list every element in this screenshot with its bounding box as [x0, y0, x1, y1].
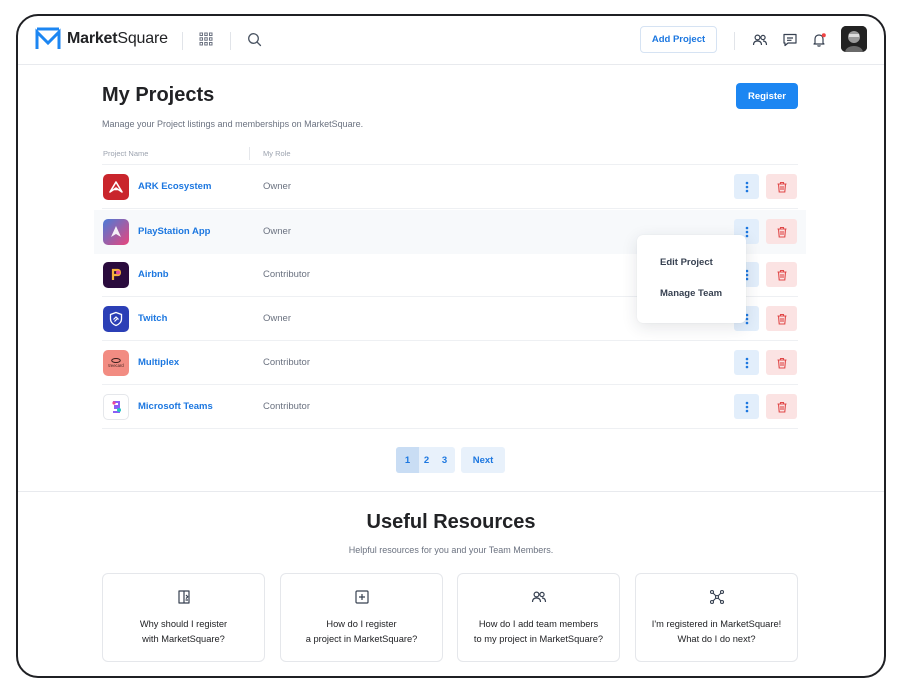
trash-icon [777, 313, 786, 325]
apps-grid-icon[interactable] [199, 32, 213, 46]
brand-name: MarketSquare [67, 30, 168, 47]
vertical-dots-icon [745, 357, 748, 368]
resources-title: Useful Resources [366, 511, 536, 533]
project-role: Owner [263, 181, 291, 192]
users-icon [531, 591, 546, 603]
column-divider [249, 147, 250, 160]
delete-button[interactable] [766, 306, 797, 331]
chat-icon[interactable] [782, 32, 798, 48]
resource-card[interactable]: How do I add team members to my project … [457, 573, 620, 662]
trash-icon [777, 401, 786, 413]
pagination: 1 2 3 [396, 447, 455, 473]
project-name-link[interactable]: Airbnb [138, 269, 169, 280]
vertical-dots-icon [745, 401, 748, 412]
edit-project-menu-item[interactable]: Edit Project [660, 257, 713, 268]
divider [734, 32, 735, 50]
table-row: Microsoft Teams Contributor [94, 385, 806, 429]
add-project-button[interactable]: Add Project [640, 26, 717, 53]
project-name-link[interactable]: PlayStation App [138, 226, 211, 237]
vertical-dots-icon [745, 181, 748, 192]
resource-card-text: How do I register a project in MarketSqu… [305, 619, 418, 644]
project-role: Contributor [263, 357, 310, 368]
twitch-logo-icon [103, 306, 129, 332]
project-name-link[interactable]: ARK Ecosystem [138, 181, 211, 192]
resource-card-text: How do I add team members to my project … [473, 619, 604, 644]
bell-icon[interactable] [811, 32, 827, 48]
page-3-button[interactable]: 3 [434, 447, 455, 473]
resource-card[interactable]: How do I register a project in MarketSqu… [280, 573, 443, 662]
playstation-logo-icon [103, 219, 129, 245]
project-name-link[interactable]: Microsoft Teams [138, 401, 213, 412]
page-2-button[interactable]: 2 [419, 447, 434, 473]
multiplex-logo-icon: treecard [103, 350, 129, 376]
app-window: MarketSquare Add Project My Projects Man… [16, 14, 886, 678]
network-icon [709, 589, 724, 605]
table-row: treecard Multiplex Contributor [94, 341, 806, 385]
next-page-button[interactable]: Next [461, 447, 505, 473]
divider [182, 32, 183, 50]
resources-subtitle: Helpful resources for you and your Team … [348, 545, 554, 555]
resource-card-text: I'm registered in MarketSquare! What do … [651, 619, 782, 644]
page-subtitle: Manage your Project listings and members… [102, 119, 364, 129]
project-role: Owner [263, 226, 291, 237]
airbnb-logo-icon [103, 262, 129, 288]
avatar-image-icon [841, 26, 867, 52]
trash-icon [777, 181, 786, 193]
project-actions-menu: Edit Project Manage Team [637, 235, 746, 323]
delete-button[interactable] [766, 262, 797, 287]
delete-button[interactable] [766, 174, 797, 199]
project-name-link[interactable]: Twitch [138, 313, 167, 324]
register-icon [177, 590, 190, 604]
microsoft-teams-logo-icon [103, 394, 129, 420]
marketsquare-logo-icon [35, 27, 61, 49]
users-icon[interactable] [752, 32, 768, 48]
ark-logo-icon [103, 174, 129, 200]
resource-card[interactable]: Why should I register with MarketSquare? [102, 573, 265, 662]
user-avatar[interactable] [841, 26, 867, 52]
project-role: Contributor [263, 269, 310, 280]
project-role: Contributor [263, 401, 310, 412]
resource-card-text: Why should I register with MarketSquare? [139, 619, 228, 644]
trash-icon [777, 269, 786, 281]
trash-icon [777, 226, 786, 238]
page-title: My Projects [102, 84, 215, 106]
delete-button[interactable] [766, 394, 797, 419]
page-1-button[interactable]: 1 [396, 447, 419, 473]
trash-icon [777, 357, 786, 369]
section-divider [18, 491, 884, 492]
more-options-button[interactable] [734, 394, 759, 419]
column-header-project-name: Project Name [103, 149, 149, 158]
plus-square-icon [354, 590, 369, 604]
column-header-my-role: My Role [263, 149, 291, 158]
divider [230, 32, 231, 50]
register-button[interactable]: Register [736, 83, 798, 109]
delete-button[interactable] [766, 350, 797, 375]
top-navigation: MarketSquare Add Project [18, 16, 884, 65]
project-name-link[interactable]: Multiplex [138, 357, 179, 368]
delete-button[interactable] [766, 219, 797, 244]
project-role: Owner [263, 313, 291, 324]
more-options-button[interactable] [734, 350, 759, 375]
table-row: ARK Ecosystem Owner [94, 165, 806, 209]
manage-team-menu-item[interactable]: Manage Team [660, 288, 722, 299]
more-options-button[interactable] [734, 174, 759, 199]
search-icon[interactable] [247, 32, 262, 47]
vertical-dots-icon [745, 226, 748, 237]
brand-logo[interactable]: MarketSquare [35, 27, 168, 51]
resource-card[interactable]: I'm registered in MarketSquare! What do … [635, 573, 798, 662]
